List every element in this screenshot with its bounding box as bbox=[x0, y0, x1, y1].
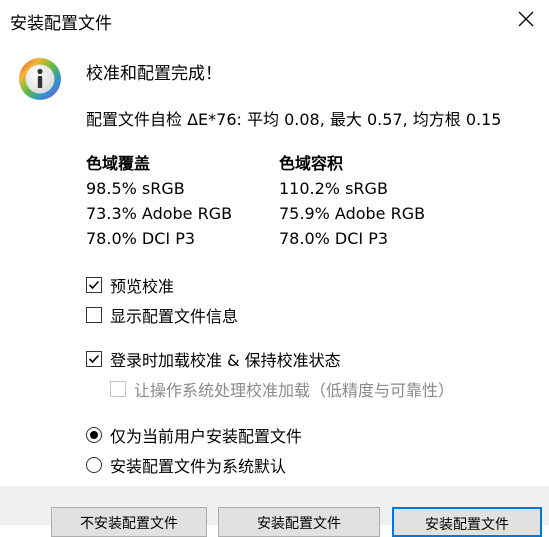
checkbox-box[interactable] bbox=[86, 307, 102, 323]
install-profile-button[interactable]: 安装配置文件 bbox=[218, 507, 380, 537]
gamut-coverage-section: 色域覆盖 98.5% sRGB 73.3% Adobe RGB 78.0% DC… bbox=[86, 151, 232, 251]
load-calibration-on-login-label: 登录时加载校准 & 保持校准状态 bbox=[110, 351, 341, 370]
profile-self-check-summary: 配置文件自检 ΔE*76: 平均 0.08, 最大 0.57, 均方根 0.15 bbox=[86, 110, 502, 129]
install-for-current-user-label: 仅为当前用户安装配置文件 bbox=[110, 427, 303, 446]
install-as-system-default-label: 安装配置文件为系统默认 bbox=[110, 457, 287, 476]
gamut-volume-heading: 色域容积 bbox=[279, 154, 344, 173]
preview-calibration-checkbox[interactable]: 预览校准 bbox=[86, 273, 174, 297]
checkbox-box bbox=[110, 381, 126, 397]
preview-calibration-label: 预览校准 bbox=[110, 277, 175, 296]
radio-circle[interactable] bbox=[86, 427, 102, 443]
gamut-coverage-adobe-rgb: 73.3% Adobe RGB bbox=[86, 204, 233, 223]
install-for-current-user-radio[interactable]: 仅为当前用户安装配置文件 bbox=[86, 423, 302, 447]
gamut-coverage-heading: 色域覆盖 bbox=[86, 154, 151, 173]
gamut-volume-srgb: 110.2% sRGB bbox=[279, 179, 388, 198]
install-as-system-default-radio[interactable]: 安装配置文件为系统默认 bbox=[86, 453, 286, 477]
window-title: 安装配置文件 bbox=[10, 14, 112, 34]
close-icon bbox=[518, 11, 534, 27]
gamut-volume-dci-p3: 78.0% DCI P3 bbox=[279, 229, 389, 248]
checkbox-box[interactable] bbox=[86, 351, 102, 367]
close-button[interactable] bbox=[503, 0, 549, 38]
load-calibration-on-login-checkbox[interactable]: 登录时加载校准 & 保持校准状态 bbox=[86, 347, 341, 371]
radio-circle[interactable] bbox=[86, 457, 102, 473]
install-profile-default-button[interactable]: 安装配置文件 bbox=[392, 507, 542, 537]
info-icon bbox=[19, 58, 61, 100]
gamut-volume-section: 色域容积 110.2% sRGB 75.9% Adobe RGB 78.0% D… bbox=[279, 151, 425, 251]
checkmark-icon bbox=[88, 280, 100, 290]
radio-selected-dot bbox=[90, 431, 98, 439]
show-profile-info-label: 显示配置文件信息 bbox=[110, 307, 239, 326]
gamut-coverage-srgb: 98.5% sRGB bbox=[86, 179, 185, 198]
completion-message: 校准和配置完成！ bbox=[86, 64, 222, 84]
os-handles-calibration-checkbox: 让操作系统处理校准加载（低精度与可靠性） bbox=[110, 377, 454, 401]
dont-install-profile-button[interactable]: 不安装配置文件 bbox=[51, 507, 207, 537]
title-bar: 安装配置文件 bbox=[0, 0, 549, 38]
show-profile-info-checkbox[interactable]: 显示配置文件信息 bbox=[86, 303, 238, 327]
gamut-coverage-dci-p3: 78.0% DCI P3 bbox=[86, 229, 196, 248]
checkbox-box[interactable] bbox=[86, 277, 102, 293]
gamut-volume-adobe-rgb: 75.9% Adobe RGB bbox=[279, 204, 426, 223]
os-handles-calibration-label: 让操作系统处理校准加载（低精度与可靠性） bbox=[134, 381, 455, 400]
checkmark-icon bbox=[88, 354, 100, 364]
